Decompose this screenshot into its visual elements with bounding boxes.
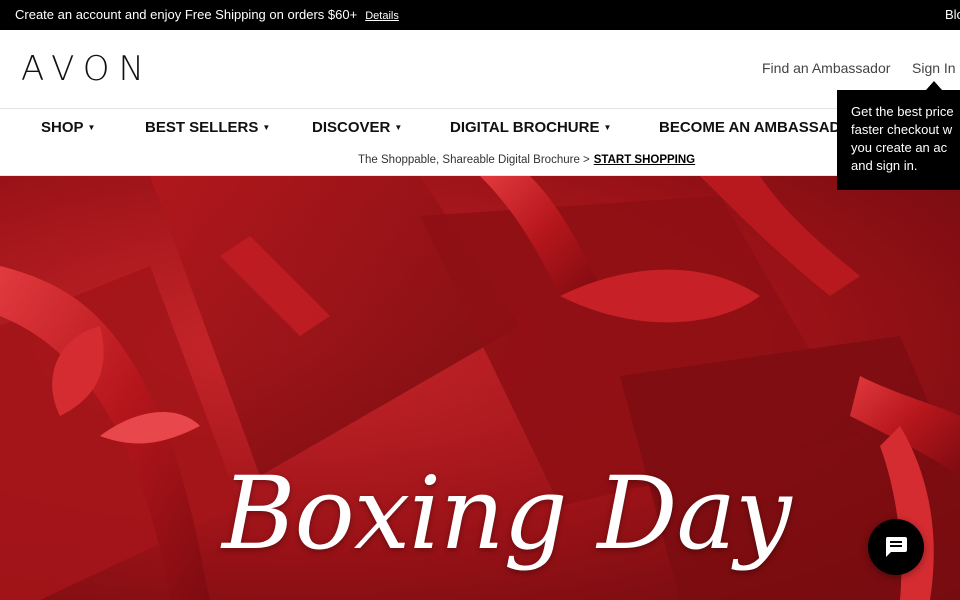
nav-item-become-ambassador[interactable]: BECOME AN AMBASSADOR [659, 109, 837, 146]
caret-down-icon: ▼ [87, 123, 96, 132]
promo-bar: Create an account and enjoy Free Shippin… [0, 0, 960, 30]
caret-down-icon: ▼ [262, 123, 271, 132]
tooltip-line: and sign in. [851, 158, 918, 173]
promo-text: Create an account and enjoy Free Shippin… [15, 0, 399, 31]
find-ambassador-link[interactable]: Find an Ambassador [762, 60, 890, 76]
tooltip-arrow [926, 81, 942, 90]
nav-item-label: DISCOVER [312, 119, 391, 136]
nav-item-label: BECOME AN AMBASSADOR [659, 119, 837, 136]
hero-banner[interactable]: Boxing Day [0, 176, 960, 600]
tooltip-line: faster checkout w [851, 122, 953, 137]
caret-down-icon: ▼ [603, 123, 612, 132]
chat-bubble-icon [885, 537, 907, 557]
details-link[interactable]: Details [365, 10, 399, 22]
chat-button[interactable] [868, 519, 924, 575]
nav-item-digital-brochure[interactable]: DIGITAL BROCHURE ▼ [450, 109, 611, 146]
brochure-banner-content: The Shoppable, Shareable Digital Brochur… [358, 146, 695, 175]
start-shopping-link[interactable]: START SHOPPING [594, 154, 695, 166]
nav-item-label: DIGITAL BROCHURE [450, 119, 600, 136]
brochure-banner: The Shoppable, Shareable Digital Brochur… [0, 146, 960, 176]
nav-item-label: BEST SELLERS [145, 119, 259, 136]
site-header: AVON Find an Ambassador Sign In [0, 30, 960, 108]
nav-item-shop[interactable]: SHOP ▼ [41, 109, 95, 146]
nav-item-best-sellers[interactable]: BEST SELLERS ▼ [145, 109, 270, 146]
main-nav: SHOP ▼ BEST SELLERS ▼ DISCOVER ▼ DIGITAL BR… [0, 108, 960, 147]
tooltip-line: you create an ac [851, 140, 948, 155]
brochure-banner-text: The Shoppable, Shareable Digital Brochur… [358, 154, 590, 166]
promo-right-link[interactable]: Blo [945, 0, 960, 30]
nav-item-label: SHOP [41, 119, 84, 136]
caret-down-icon: ▼ [394, 123, 403, 132]
sign-in-link[interactable]: Sign In [912, 60, 956, 76]
nav-item-discover[interactable]: DISCOVER ▼ [312, 109, 402, 146]
tooltip-line: Get the best price [851, 104, 954, 119]
promo-message: Create an account and enjoy Free Shippin… [15, 7, 358, 22]
hero-title: Boxing Day [222, 455, 792, 572]
avon-logo[interactable]: AVON [21, 50, 153, 88]
sign-in-tooltip: Get the best price faster checkout w you… [837, 90, 960, 190]
